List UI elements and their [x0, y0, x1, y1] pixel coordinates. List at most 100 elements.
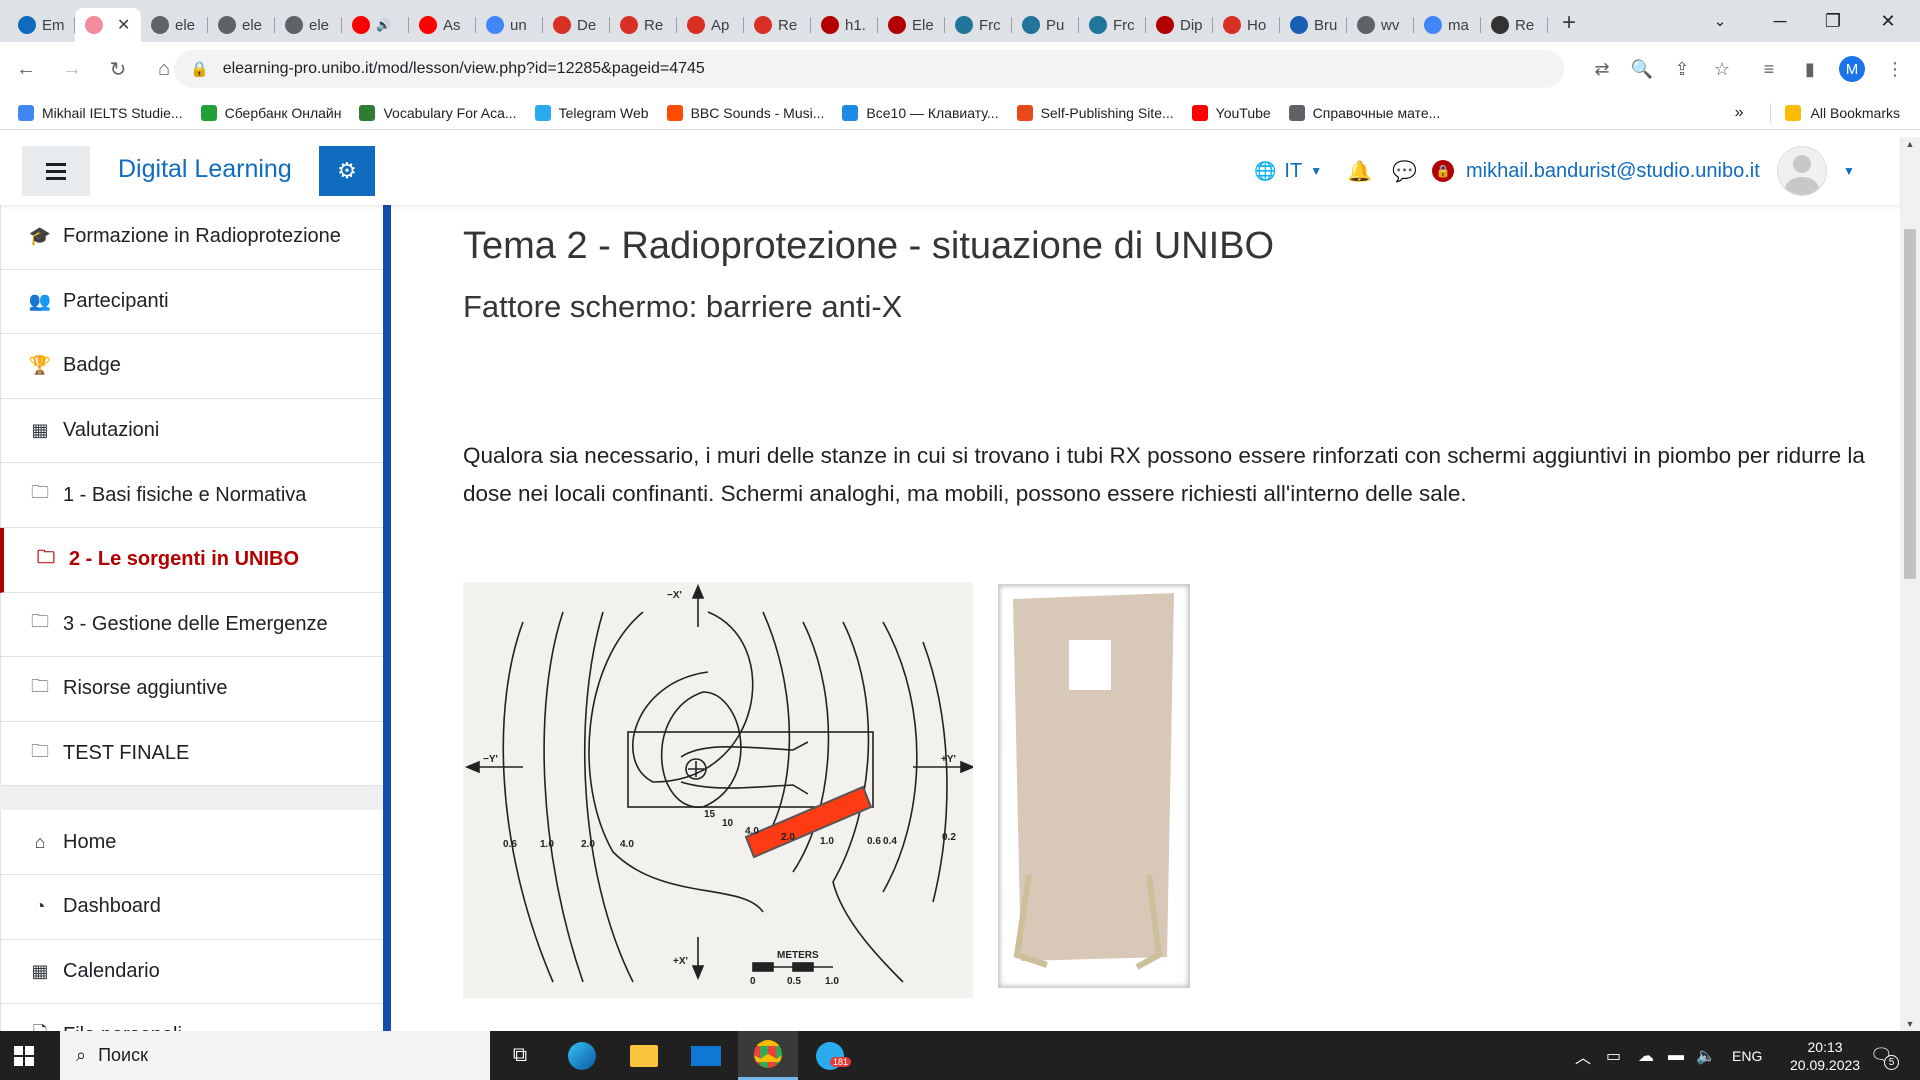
tab-search-chevron-icon[interactable]: ⌄	[1690, 0, 1750, 42]
more-bookmarks-chevron[interactable]: »	[1735, 104, 1744, 122]
forward-arrow-icon[interactable]: →	[52, 49, 92, 89]
drawer-item[interactable]: 🗀 3 - Gestione delle Emergenze	[0, 592, 383, 658]
bookmark-item[interactable]: Telegram Web	[534, 104, 649, 121]
site-name-link[interactable]: Digital Learning	[118, 155, 292, 184]
browser-tab[interactable]: Em	[8, 8, 75, 42]
language-menu[interactable]: 🌐 IT ▼	[1254, 137, 1322, 205]
drawer-item[interactable]: 🗀 2 - Le sorgenti in UNIBO	[0, 527, 383, 593]
folder-icon: 🗀	[31, 740, 49, 761]
scroll-thumb[interactable]	[1904, 229, 1916, 579]
bookmark-item[interactable]: YouTube	[1191, 104, 1271, 121]
clock[interactable]: 20:13 20.09.2023	[1790, 1031, 1860, 1080]
profile-avatar[interactable]: M	[1839, 56, 1865, 82]
browser-tab[interactable]: De	[543, 8, 610, 42]
browser-tab[interactable]: ele	[141, 8, 208, 42]
browser-tab[interactable]: 🔊	[342, 8, 409, 42]
cogs-icon[interactable]: ⚙	[319, 146, 375, 196]
bookmark-item[interactable]: BBC Sounds - Musi...	[666, 104, 824, 121]
page-scrollbar[interactable]: ▲ ▼	[1900, 137, 1920, 1031]
user-menu[interactable]: 🔒 mikhail.bandurist@studio.unibo.it	[1432, 137, 1760, 205]
browser-tab[interactable]: Pu	[1012, 8, 1079, 42]
chrome-icon[interactable]	[738, 1031, 798, 1080]
browser-tab[interactable]: un	[476, 8, 543, 42]
user-avatar[interactable]	[1777, 146, 1827, 196]
table-outline	[627, 731, 874, 808]
close-tab-icon[interactable]: ✕	[117, 15, 130, 35]
reload-icon[interactable]: ↻	[98, 49, 138, 89]
audio-playing-icon[interactable]: 🔊	[376, 18, 391, 32]
volume-icon[interactable]: 🔈	[1696, 1031, 1716, 1080]
drawer-item[interactable]: ▦ Calendario	[0, 939, 383, 1005]
drawer-item[interactable]: ◔ Dashboard	[0, 874, 383, 940]
browser-tab[interactable]: wv	[1347, 8, 1414, 42]
menu-kebab-icon[interactable]: ⋮	[1878, 50, 1912, 88]
site-info-icon[interactable]: 🔒	[190, 60, 209, 78]
browser-tab[interactable]: Ho	[1213, 8, 1280, 42]
share-icon[interactable]: ⇪	[1665, 50, 1699, 88]
zoom-icon[interactable]: 🔍	[1625, 50, 1659, 88]
drawer-item[interactable]: 🗋 File personali	[0, 1004, 383, 1031]
telegram-icon[interactable]: 181	[800, 1031, 860, 1080]
browser-tab[interactable]: ele	[208, 8, 275, 42]
search-icon: ⌕	[76, 1045, 87, 1065]
close-window-button[interactable]: ✕	[1858, 0, 1918, 42]
bookmark-item[interactable]: Справочные мате...	[1288, 104, 1440, 121]
new-tab-button[interactable]: +	[1562, 9, 1576, 37]
file-explorer-icon[interactable]	[614, 1031, 674, 1080]
side-panel-icon[interactable]: ▮	[1793, 50, 1827, 88]
address-bar[interactable]: 🔒 elearning-pro.unibo.it/mod/lesson/view…	[174, 50, 1564, 88]
bookmark-item[interactable]: Mikhail IELTS Studie...	[18, 104, 183, 121]
battery-icon[interactable]: ▬	[1668, 1031, 1684, 1080]
drawer-item[interactable]: 🗀 1 - Basi fisiche e Normativa	[0, 463, 383, 528]
translate-icon[interactable]: ⇄	[1585, 50, 1619, 88]
browser-tab[interactable]: Ele	[878, 8, 945, 42]
minimize-button[interactable]: ─	[1750, 0, 1810, 42]
back-arrow-icon[interactable]: ←	[6, 49, 46, 89]
notifications-icon[interactable]: 🗨 5	[1870, 1031, 1899, 1080]
bell-icon[interactable]: 🔔	[1347, 137, 1372, 205]
drawer-item[interactable]: 🏆 Badge	[0, 334, 383, 399]
bookmark-item[interactable]: Self-Publishing Site...	[1016, 104, 1174, 121]
task-view-icon[interactable]: ⧉	[490, 1031, 550, 1080]
drawer-item[interactable]: ▦ Valutazioni	[0, 398, 383, 464]
drawer-item[interactable]: 👥 Partecipanti	[0, 269, 383, 335]
browser-tab[interactable]: Frc	[1079, 8, 1146, 42]
browser-tab[interactable]: ele	[275, 8, 342, 42]
browser-tab[interactable]: h1.	[811, 8, 878, 42]
browser-tab[interactable]: ma	[1414, 8, 1481, 42]
bookmark-item[interactable]: Сбербанк Онлайн	[200, 104, 341, 121]
edge-icon[interactable]	[552, 1031, 612, 1080]
browser-tab[interactable]: Frc	[945, 8, 1012, 42]
network-icon[interactable]: ▭	[1606, 1031, 1621, 1080]
axis-label-top: −X'	[667, 590, 682, 601]
reading-list-icon[interactable]: ≡	[1752, 50, 1786, 88]
browser-tab[interactable]: As	[409, 8, 476, 42]
drawer-item[interactable]: 🗀 TEST FINALE	[0, 721, 383, 787]
scroll-up-arrow-icon[interactable]: ▲	[1900, 137, 1920, 151]
bookmark-item[interactable]: Все10 — Клавиату...	[842, 104, 999, 121]
bookmark-star-icon[interactable]: ☆	[1705, 50, 1739, 88]
restore-button[interactable]: ❐	[1803, 0, 1863, 42]
drawer-item[interactable]: 🗀 Risorse aggiuntive	[0, 657, 383, 722]
onedrive-icon[interactable]: ☁	[1638, 1031, 1654, 1080]
drawer-toggle-button[interactable]	[22, 146, 90, 196]
bookmark-item[interactable]: Vocabulary For Aca...	[359, 104, 517, 121]
input-language[interactable]: ENG	[1732, 1031, 1762, 1080]
browser-tab[interactable]: Re	[610, 8, 677, 42]
browser-tab[interactable]: Ap	[677, 8, 744, 42]
taskbar-search-input[interactable]: ⌕ Поиск	[60, 1031, 490, 1080]
windows-start-icon[interactable]	[0, 1031, 48, 1080]
all-bookmarks-link[interactable]: All Bookmarks	[1811, 105, 1900, 121]
browser-tab[interactable]: Re	[744, 8, 811, 42]
drawer-item[interactable]: ⌂ Home	[0, 810, 383, 875]
browser-tab[interactable]: Bru	[1280, 8, 1347, 42]
tray-overflow-chevron-icon[interactable]: ︿	[1575, 1031, 1591, 1080]
browser-tab[interactable]: ✕	[75, 8, 141, 42]
drawer-item[interactable]: 🎓 Formazione in Radioprotezione	[0, 205, 383, 270]
browser-tab[interactable]: Dip	[1146, 8, 1213, 42]
browser-tab[interactable]: Re	[1481, 8, 1548, 42]
scroll-down-arrow-icon[interactable]: ▼	[1900, 1017, 1920, 1031]
user-caret-down-icon[interactable]: ▼	[1843, 137, 1855, 205]
chat-icon[interactable]: 💬	[1392, 137, 1417, 205]
mail-icon[interactable]	[676, 1031, 736, 1080]
